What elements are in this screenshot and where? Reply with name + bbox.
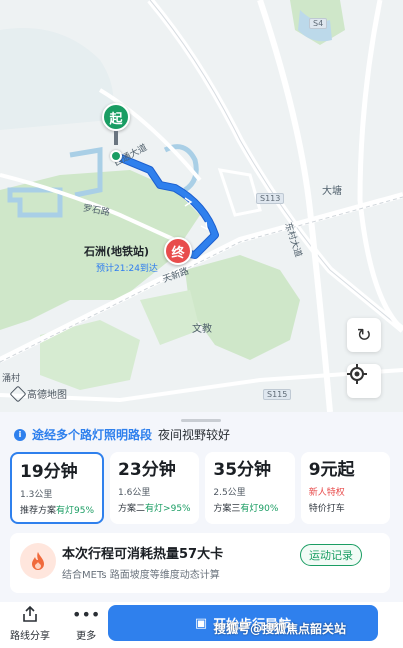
plan-tag-prefix: 方案三 xyxy=(213,504,241,514)
plan-tag: 方案三有灯90% xyxy=(213,501,286,514)
fire-icon xyxy=(20,543,56,579)
route-sign-s115: S115 xyxy=(263,389,292,400)
plan-light-ratio: 有灯90% xyxy=(240,504,279,514)
route-sign-s4: S4 xyxy=(309,18,328,29)
plan-tag-prefix: 方案二 xyxy=(118,504,146,514)
place-label-datang: 大塘 xyxy=(322,186,342,197)
drag-handle[interactable] xyxy=(181,419,221,422)
sport-record-button[interactable]: 运动记录 xyxy=(300,544,362,566)
logo-text: 高德地图 xyxy=(27,390,67,401)
plan-distance: 1.6公里 xyxy=(118,488,151,498)
start-location-dot xyxy=(110,150,122,162)
info-icon: i xyxy=(14,428,26,441)
end-marker[interactable]: 终 xyxy=(164,237,192,265)
calorie-title: 本次行程可消耗热量57大卡 xyxy=(62,547,224,562)
taxi-price: 9元起 xyxy=(308,460,355,480)
plan-time: 23分钟 xyxy=(118,460,176,480)
eta-label: 预计21:24到达 xyxy=(96,264,158,274)
route-planning-screen: 西通大道 罗石路 东村大道 天新路 S4 S113 S115 大塘 文教 涌村 … xyxy=(0,0,403,648)
refresh-icon: ↻ xyxy=(356,324,372,346)
more-label: 更多 xyxy=(76,631,97,642)
more-icon: ••• xyxy=(72,604,101,624)
locate-icon xyxy=(347,364,367,384)
share-icon xyxy=(21,604,39,624)
plan-tag: 推荐方案有灯95% xyxy=(20,503,94,516)
place-label-village: 涌村 xyxy=(2,374,21,384)
calorie-subtitle: 结合METs 路面坡度等维度动态计算 xyxy=(62,570,220,581)
plan-time: 19分钟 xyxy=(20,462,78,482)
taxi-promo: 新人特权 xyxy=(308,488,345,498)
plan-card-3[interactable]: 35分钟 2.5公里 方案三有灯90% xyxy=(205,452,295,524)
start-marker-stem xyxy=(114,131,118,145)
amap-logo-icon xyxy=(9,385,27,402)
map-view[interactable]: 西通大道 罗石路 东村大道 天新路 S4 S113 S115 大塘 文教 涌村 … xyxy=(0,0,403,412)
share-label: 路线分享 xyxy=(10,631,50,642)
plan-tag-prefix: 推荐方案 xyxy=(20,506,57,516)
plan-card-taxi[interactable]: 9元起 新人特权 特价打车 xyxy=(300,452,391,524)
plan-light-ratio: 有灯95% xyxy=(56,506,95,516)
plan-distance: 2.5公里 xyxy=(213,488,246,498)
plan-distance: 1.3公里 xyxy=(20,490,53,500)
plan-card-2[interactable]: 23分钟 1.6公里 方案二有灯>95% xyxy=(110,452,200,524)
route-panel: i 途经多个路灯照明路段 夜间视野较好 19分钟 1.3公里 推荐方案有灯95%… xyxy=(0,412,403,648)
walk-icon: ▣ xyxy=(194,615,208,631)
refresh-button[interactable]: ↻ xyxy=(347,318,381,352)
plan-time: 35分钟 xyxy=(213,460,272,480)
tip-highlight: 途经多个路灯照明路段 xyxy=(32,428,153,442)
more-button[interactable]: ••• 更多 xyxy=(72,604,101,643)
plan-card-recommended[interactable]: 19分钟 1.3公里 推荐方案有灯95% xyxy=(10,452,105,524)
start-marker[interactable]: 起 xyxy=(102,103,130,131)
map-logo: 高德地图 xyxy=(9,385,67,402)
tip-text: 夜间视野较好 xyxy=(158,428,231,442)
night-tip: i 途经多个路灯照明路段 夜间视野较好 xyxy=(14,426,230,443)
route-sign-s113: S113 xyxy=(256,193,285,204)
taxi-label: 特价打车 xyxy=(308,504,345,514)
plan-light-ratio: 有灯>95% xyxy=(145,504,191,514)
end-station-label: 石洲(地铁站) xyxy=(84,245,150,258)
calorie-card: 本次行程可消耗热量57大卡 结合METs 路面坡度等维度动态计算 运动记录 xyxy=(10,533,390,593)
plan-tag: 方案二有灯>95% xyxy=(118,501,191,514)
locate-button[interactable] xyxy=(347,364,381,398)
place-label-wenjiao: 文教 xyxy=(192,324,212,335)
route-share-button[interactable]: 路线分享 xyxy=(10,604,50,642)
route-plans: 19分钟 1.3公里 推荐方案有灯95% 23分钟 1.6公里 方案二有灯>95… xyxy=(10,452,391,524)
watermark: 搜狐号@搜狐焦点韶关站 xyxy=(214,622,347,636)
map-graphics xyxy=(0,0,403,412)
